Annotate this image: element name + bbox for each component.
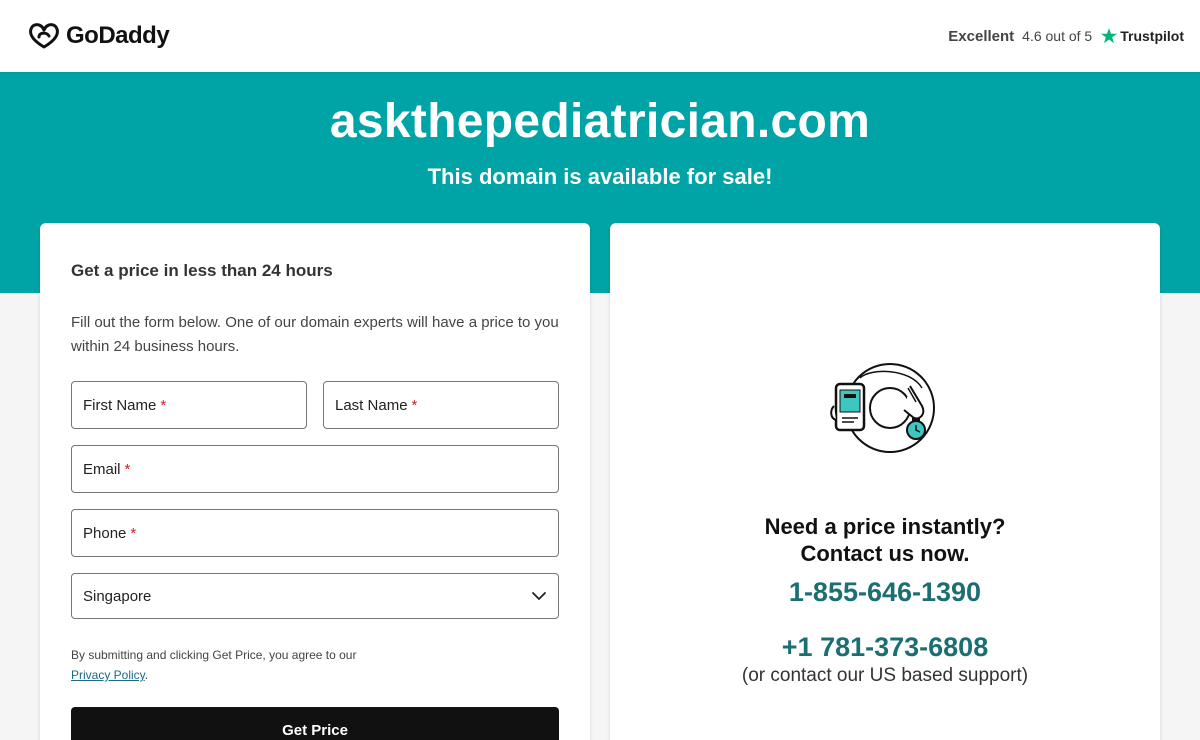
godaddy-heart-icon xyxy=(29,23,59,49)
trust-rating-label: Excellent xyxy=(948,27,1015,45)
country-select[interactable]: Singapore xyxy=(71,573,559,619)
contact-card: Need a price instantly? Contact us now. … xyxy=(610,223,1160,740)
contact-heading-line1: Need a price instantly? xyxy=(764,514,1006,539)
required-mark: * xyxy=(130,524,137,542)
logo-text: GoDaddy xyxy=(66,22,170,49)
last-name-field[interactable]: Last Name * xyxy=(323,381,559,429)
legal-end: . xyxy=(144,668,149,682)
form-description: Fill out the form below. One of our doma… xyxy=(71,314,559,355)
privacy-policy-link[interactable]: Privacy Policy xyxy=(71,668,145,682)
form-title: Get a price in less than 24 hours xyxy=(71,261,333,280)
godaddy-logo[interactable]: GoDaddy xyxy=(28,22,170,50)
trustpilot-label: Trustpilot xyxy=(1120,28,1184,44)
required-mark: * xyxy=(411,396,418,414)
hero-subtitle: This domain is available for sale! xyxy=(427,164,773,189)
country-value: Singapore xyxy=(83,587,152,605)
first-name-field[interactable]: First Name * xyxy=(71,381,307,429)
phone-label: Phone xyxy=(83,524,127,542)
trustpilot-brand: Trustpilot xyxy=(1100,27,1184,45)
email-field[interactable]: Email * xyxy=(71,445,559,493)
trustpilot-rating[interactable]: Excellent 4.6 out of 5 Trustpilot xyxy=(948,27,1184,45)
last-name-label: Last Name xyxy=(335,396,408,414)
legal-text: By submitting and clicking Get Price, yo… xyxy=(71,648,357,662)
price-request-card: Get a price in less than 24 hours Fill o… xyxy=(40,223,590,740)
name-row: First Name * Last Name * xyxy=(71,381,559,429)
contact-heading: Need a price instantly? Contact us now. xyxy=(610,513,1160,567)
trust-score: 4.6 out of 5 xyxy=(1022,28,1093,44)
phone-secondary-link[interactable]: +1 781-373-6808 xyxy=(610,632,1160,663)
contact-heading-line2: Contact us now. xyxy=(800,541,970,566)
phone-support-illustration-icon xyxy=(830,363,935,453)
legal-notice: By submitting and clicking Get Price, yo… xyxy=(71,645,559,685)
required-mark: * xyxy=(160,396,167,414)
phone-note: (or contact our US based support) xyxy=(741,665,1029,686)
top-bar: GoDaddy Excellent 4.6 out of 5 Trustpilo… xyxy=(0,0,1200,72)
first-name-label: First Name xyxy=(83,396,157,414)
trustpilot-star-icon xyxy=(1101,28,1118,44)
phone-primary-link[interactable]: 1-855-646-1390 xyxy=(610,577,1160,608)
email-label: Email xyxy=(83,460,121,478)
required-mark: * xyxy=(124,460,131,478)
phone-field[interactable]: Phone * xyxy=(71,509,559,557)
domain-name: askthepediatrician.com xyxy=(329,95,871,148)
get-price-button[interactable]: Get Price xyxy=(71,707,559,740)
chevron-down-icon xyxy=(532,592,546,600)
